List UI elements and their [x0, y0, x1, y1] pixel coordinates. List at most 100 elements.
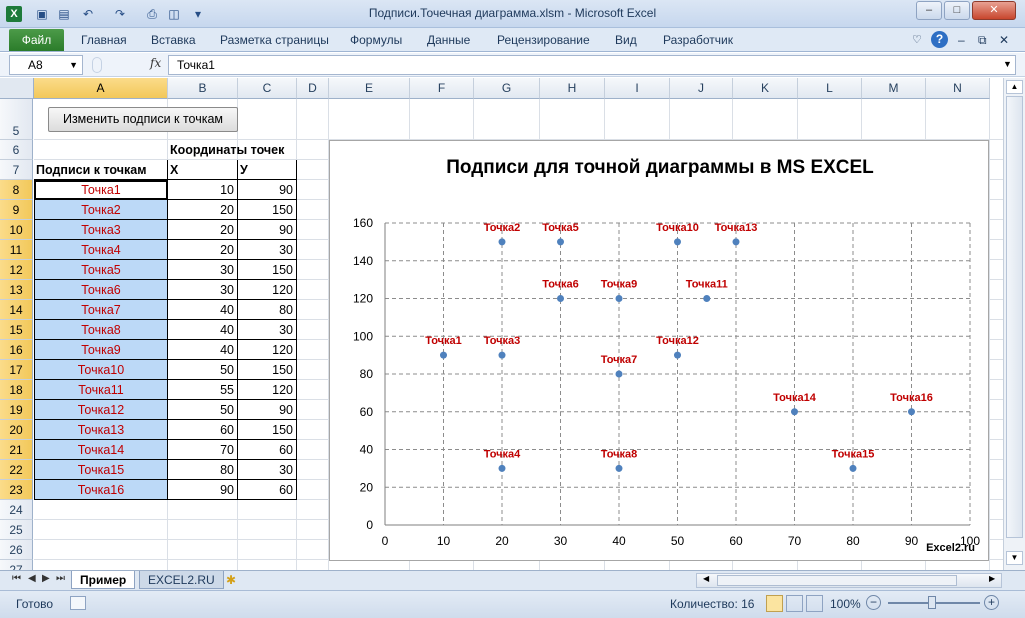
formula-input[interactable]: Точка1	[168, 55, 1016, 75]
row-header-26[interactable]: 26	[0, 540, 33, 560]
label-cell[interactable]: Точка6	[34, 280, 168, 300]
row-header-23[interactable]: 23	[0, 480, 33, 500]
column-header-e[interactable]: E	[329, 78, 410, 99]
label-cell[interactable]: Точка9	[34, 340, 168, 360]
first-sheet-icon[interactable]: ⏮	[12, 573, 21, 584]
x-cell[interactable]: 60	[168, 420, 238, 440]
y-cell[interactable]: 90	[238, 400, 297, 420]
scroll-down-icon[interactable]: ▼	[1006, 551, 1023, 565]
ribbon-collapse-icon[interactable]: ♡	[912, 33, 922, 46]
label-cell[interactable]: Точка4	[34, 240, 168, 260]
row-header-18[interactable]: 18	[0, 380, 33, 400]
tab-file[interactable]: Файл	[9, 29, 64, 51]
horizontal-scroll-thumb[interactable]	[717, 575, 957, 586]
y-cell[interactable]: 120	[238, 340, 297, 360]
x-cell[interactable]: 40	[168, 340, 238, 360]
y-cell[interactable]: 30	[238, 320, 297, 340]
column-header-n[interactable]: N	[926, 78, 990, 99]
row-header-9[interactable]: 9	[0, 200, 33, 220]
column-header-b[interactable]: B	[168, 78, 238, 99]
row-header-15[interactable]: 15	[0, 320, 33, 340]
header-x[interactable]: Х	[168, 160, 238, 180]
last-sheet-icon[interactable]: ⏭	[56, 573, 65, 584]
y-cell[interactable]: 150	[238, 360, 297, 380]
tab-view[interactable]: Вид	[615, 33, 637, 47]
label-cell[interactable]: Точка8	[34, 320, 168, 340]
column-header-f[interactable]: F	[410, 78, 474, 99]
next-sheet-icon[interactable]: ▶	[42, 573, 50, 584]
row-header-10[interactable]: 10	[0, 220, 33, 240]
y-cell[interactable]: 120	[238, 280, 297, 300]
label-cell[interactable]: Точка5	[34, 260, 168, 280]
sheet-tab-excel2ru[interactable]: EXCEL2.RU	[139, 571, 224, 589]
page-layout-view-icon[interactable]	[786, 595, 803, 612]
x-cell[interactable]: 40	[168, 320, 238, 340]
column-header-d[interactable]: D	[297, 78, 329, 99]
column-header-m[interactable]: M	[862, 78, 926, 99]
label-cell[interactable]: Точка7	[34, 300, 168, 320]
page-break-view-icon[interactable]	[806, 595, 823, 612]
vertical-scrollbar[interactable]: ▲ ▼	[1003, 78, 1025, 570]
label-cell[interactable]: Точка2	[34, 200, 168, 220]
label-cell[interactable]: Точка15	[34, 460, 168, 480]
tab-data[interactable]: Данные	[427, 33, 470, 47]
row-header-20[interactable]: 20	[0, 420, 33, 440]
row-header-21[interactable]: 21	[0, 440, 33, 460]
scroll-right-icon[interactable]: ▶	[989, 574, 995, 583]
tab-insert[interactable]: Вставка	[151, 33, 196, 47]
header-labels[interactable]: Подписи к точкам	[34, 160, 168, 180]
column-header-l[interactable]: L	[798, 78, 862, 99]
scatter-chart[interactable]: Подписи для точной диаграммы в MS EXCEL …	[329, 140, 989, 561]
normal-view-icon[interactable]	[766, 595, 783, 612]
row-header-25[interactable]: 25	[0, 520, 33, 540]
workbook-restore-icon[interactable]: ⧉	[978, 33, 987, 48]
column-header-a[interactable]: A	[34, 78, 168, 99]
label-cell[interactable]: Точка13	[34, 420, 168, 440]
row-header-27[interactable]: 27	[0, 560, 33, 570]
y-cell[interactable]: 120	[238, 380, 297, 400]
insert-sheet-icon[interactable]: ✱	[226, 573, 236, 587]
y-cell[interactable]: 60	[238, 440, 297, 460]
y-cell[interactable]: 90	[238, 220, 297, 240]
worksheet-grid[interactable]: ABCDEFGHIJKLMN 5 6 7 8 9 10 11 12 13 14 15 16 17 18 19…	[0, 78, 1003, 570]
label-cell[interactable]: Точка3	[34, 220, 168, 240]
row-header-7[interactable]: 7	[0, 160, 33, 180]
prev-sheet-icon[interactable]: ◀	[28, 573, 36, 584]
x-cell[interactable]: 10	[168, 180, 238, 200]
x-cell[interactable]: 40	[168, 300, 238, 320]
row-header-24[interactable]: 24	[0, 500, 33, 520]
row-header-13[interactable]: 13	[0, 280, 33, 300]
scroll-up-icon[interactable]: ▲	[1006, 80, 1023, 94]
x-cell[interactable]: 30	[168, 260, 238, 280]
sheet-tab-example[interactable]: Пример	[71, 571, 136, 589]
label-cell[interactable]: Точка11	[34, 380, 168, 400]
row-header-8[interactable]: 8	[0, 180, 33, 200]
y-cell[interactable]: 150	[238, 420, 297, 440]
tab-review[interactable]: Рецензирование	[497, 33, 590, 47]
zoom-out-icon[interactable]: −	[866, 595, 881, 610]
label-cell[interactable]: Точка12	[34, 400, 168, 420]
scroll-thumb[interactable]	[1006, 96, 1023, 538]
header-y[interactable]: У	[238, 160, 297, 180]
horizontal-scrollbar[interactable]: ◀ ▶	[696, 573, 1002, 588]
y-cell[interactable]: 80	[238, 300, 297, 320]
macro-record-icon[interactable]	[70, 596, 86, 610]
column-header-j[interactable]: J	[670, 78, 733, 99]
row-header-12[interactable]: 12	[0, 260, 33, 280]
row-header-14[interactable]: 14	[0, 300, 33, 320]
formula-bar-grip-icon[interactable]	[92, 57, 102, 73]
label-cell[interactable]: Точка1	[34, 180, 168, 200]
x-cell[interactable]: 20	[168, 220, 238, 240]
expand-formula-bar-icon[interactable]: ▼	[1003, 59, 1012, 69]
tab-developer[interactable]: Разработчик	[663, 33, 733, 47]
x-cell[interactable]: 80	[168, 460, 238, 480]
tab-formulas[interactable]: Формулы	[350, 33, 402, 47]
column-header-h[interactable]: H	[540, 78, 605, 99]
insert-function-icon[interactable]: fx	[150, 56, 161, 70]
help-icon[interactable]: ?	[931, 31, 948, 48]
row-header-17[interactable]: 17	[0, 360, 33, 380]
row-header-19[interactable]: 19	[0, 400, 33, 420]
x-cell[interactable]: 30	[168, 280, 238, 300]
row-header-16[interactable]: 16	[0, 340, 33, 360]
select-all-corner[interactable]	[0, 78, 34, 99]
